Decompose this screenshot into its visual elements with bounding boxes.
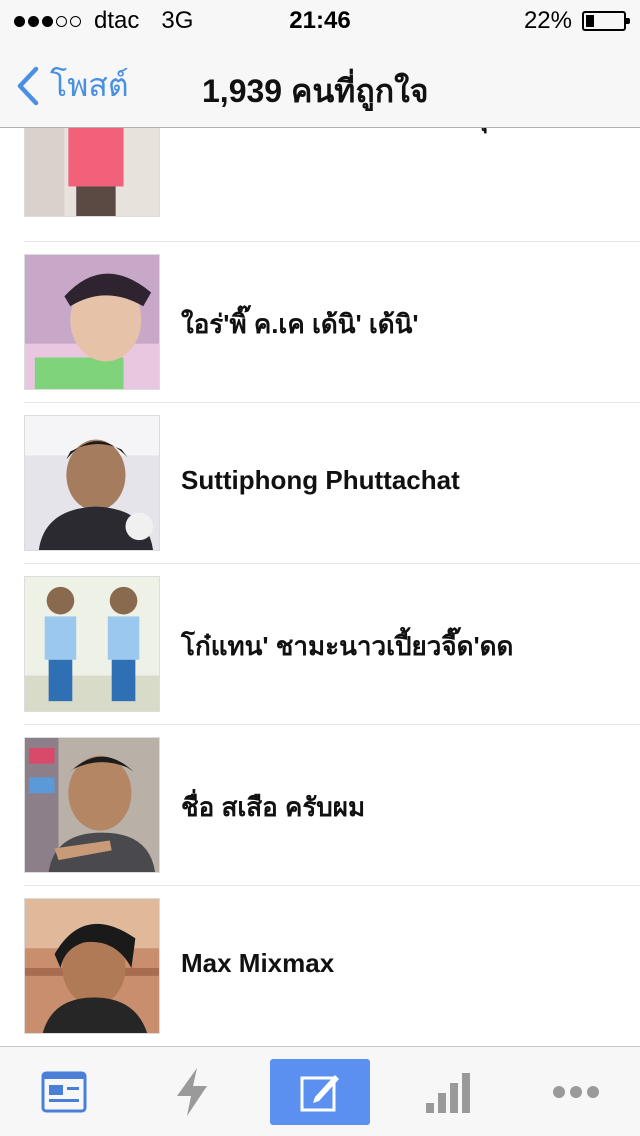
back-button[interactable]: โพสต์ [16,60,129,111]
news-feed-icon [41,1071,87,1113]
person-name: Suttiphong Phuttachat [181,465,460,495]
list-item[interactable]: ชื่อ สเสือ ครับผม [0,725,640,886]
person-name: Max Mixmax [181,948,335,978]
person-name: โก๋แทน' ชามะนาวเปี้ยวจี๊ด'ดด [181,631,514,661]
avatar [24,415,160,551]
navigation-bar: โพสต์ 1,939 คนที่ถูกใจ [0,40,640,128]
signal-bars-icon [426,1073,470,1113]
person-name: บ่าวแมน ทีมงานใบไม้เมา สุขเกษม [181,128,565,138]
battery-percent: 22% [523,7,572,34]
likes-list: บ่าวแมน ทีมงานใบไม้เมา สุขเกษม ใอร่'พิ๊ … [0,128,640,1046]
page-title: 1,939 คนที่ถูกใจ [202,73,429,109]
list-item[interactable]: Max Mixmax [0,886,640,1046]
person-name: ชื่อ สเสือ ครับผม [181,792,366,822]
tab-compose[interactable] [270,1059,370,1125]
lightning-icon [177,1068,207,1116]
avatar [24,737,160,873]
person-name: ใอร่'พิ๊ ค.เค เด้นิ' เด้นิ' [181,309,419,339]
battery-status: 22% [523,7,630,35]
tab-signal[interactable] [398,1059,498,1125]
chevron-left-icon [17,66,39,105]
avatar [24,128,160,217]
list-item[interactable]: โก๋แทน' ชามะนาวเปี้ยวจี๊ด'ดด [0,564,640,725]
more-icon [553,1086,599,1098]
back-label: โพสต์ [50,67,129,103]
list-item[interactable]: ใอร่'พิ๊ ค.เค เด้นิ' เด้นิ' [0,242,640,403]
status-bar: dtac 3G 21:46 22% [0,0,640,40]
battery-icon [582,11,630,31]
compose-icon [300,1075,339,1112]
tab-news-feed[interactable] [14,1059,114,1125]
list-item[interactable]: บ่าวแมน ทีมงานใบไม้เมา สุขเกษม [0,128,640,242]
avatar [24,254,160,390]
tab-bar [0,1046,640,1136]
avatar [24,898,160,1034]
tab-lightning[interactable] [142,1059,242,1125]
list-item[interactable]: Suttiphong Phuttachat [0,403,640,564]
avatar [24,576,160,712]
tab-more[interactable] [526,1059,626,1125]
